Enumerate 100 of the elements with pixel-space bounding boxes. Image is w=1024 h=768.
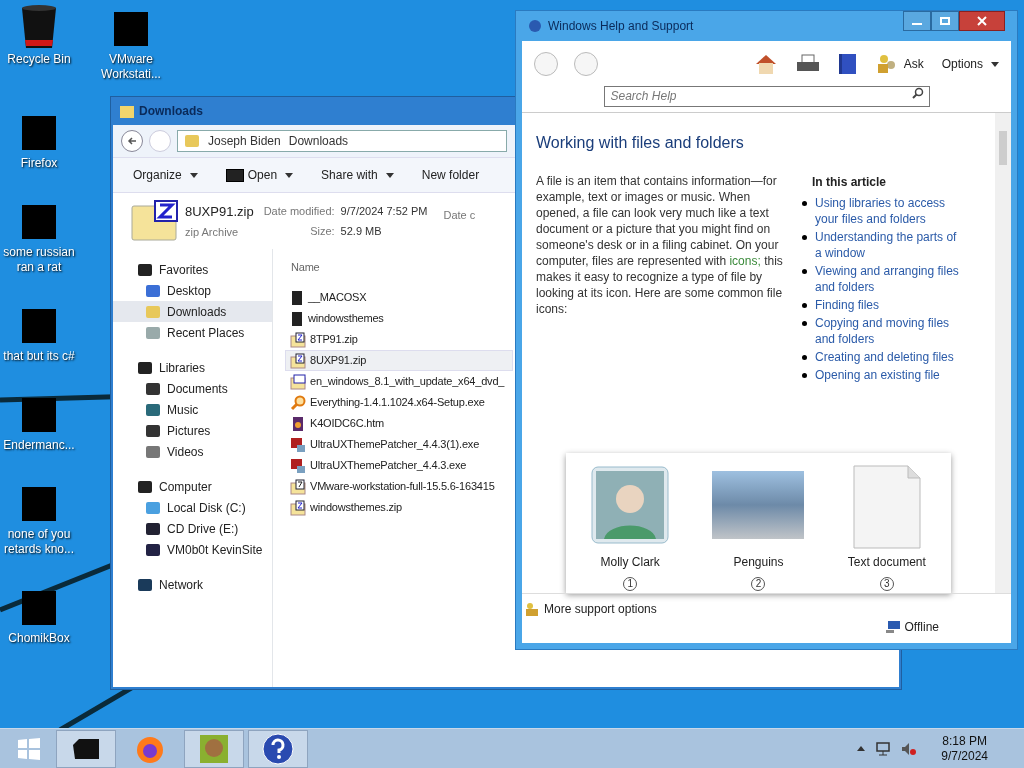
file-row[interactable]: en_windows_8.1_with_update_x64_dvd_ — [285, 371, 513, 392]
bullet-icon — [802, 303, 807, 308]
windows-logo-icon — [17, 736, 41, 761]
location-icon — [184, 134, 200, 148]
caret-up-icon[interactable] — [857, 746, 866, 751]
file-row[interactable]: __MACOSX — [285, 287, 513, 308]
nav-item[interactable]: Downloads — [113, 301, 272, 322]
file-row[interactable]: UltraUXThemePatcher_4.4.3(1).exe — [285, 434, 513, 455]
network-icon[interactable] — [875, 741, 892, 756]
nav-item[interactable]: Music — [113, 399, 272, 420]
options-button[interactable]: Options — [941, 55, 999, 73]
nav-group[interactable]: Favorites — [159, 260, 209, 279]
zip-file-icon — [290, 352, 306, 369]
file-row[interactable]: windowsthemes — [285, 308, 513, 329]
article-link[interactable]: Finding files — [815, 297, 965, 313]
taskbar-button[interactable] — [248, 729, 308, 768]
bullet-icon — [802, 321, 807, 326]
printer-icon[interactable] — [795, 54, 820, 74]
archive-file-icon — [290, 478, 306, 495]
breadcrumb-item[interactable]: Downloads — [288, 132, 349, 150]
muted-speaker-icon[interactable] — [901, 741, 918, 756]
file-row[interactable]: 8TP91.zip — [285, 329, 513, 350]
breadcrumb-item[interactable]: Joseph Biden — [208, 132, 281, 150]
search-field[interactable]: Search Help — [603, 85, 930, 107]
article-link[interactable]: Viewing and arranging files and folders — [815, 263, 965, 295]
close-icon — [977, 16, 987, 26]
nav-item[interactable]: Pictures — [113, 420, 272, 441]
location-icon — [137, 262, 153, 277]
location-icon — [145, 423, 161, 438]
help-icon — [262, 732, 294, 765]
nav-group[interactable]: Network — [159, 575, 203, 594]
clock[interactable]: 8:18 PM 9/7/2024 — [941, 733, 988, 764]
nav-item[interactable]: Local Disk (C:) — [113, 497, 272, 518]
date-value: 9/7/2024 7:52 PM — [340, 204, 428, 219]
article-link[interactable]: Understanding the parts of a window — [815, 229, 965, 261]
file-row[interactable]: K4OIDC6C.htm — [285, 413, 513, 434]
file-row[interactable]: 8UXP91.zip — [285, 350, 513, 371]
address-bar[interactable]: Joseph Biden Downloads — [177, 130, 507, 152]
bullet-icon — [802, 201, 807, 206]
contact-silhouette-icon — [590, 465, 671, 545]
search-icon[interactable] — [911, 87, 924, 99]
file-row[interactable]: Everything-1.4.1.1024.x64-Setup.exe — [285, 392, 513, 413]
bullet-icon — [802, 269, 807, 274]
zip-folder-icon — [131, 200, 179, 242]
back-button[interactable] — [121, 130, 143, 152]
figure-caption: Text document — [847, 554, 926, 571]
minimize-button[interactable] — [903, 11, 931, 31]
file-type: zip Archive — [185, 225, 240, 240]
folder-icon — [119, 103, 135, 119]
location-icon — [137, 360, 153, 375]
location-icon — [145, 402, 161, 417]
location-icon — [137, 479, 153, 494]
toolbar-button[interactable]: Organize — [133, 166, 198, 184]
article-link[interactable]: Using libraries to access your files and folders — [815, 195, 965, 227]
web-file-icon — [290, 415, 306, 432]
nav-item[interactable]: Videos — [113, 441, 272, 462]
nav-item[interactable]: CD Drive (E:) — [113, 518, 272, 539]
program-icon — [290, 457, 306, 474]
file-row[interactable]: VMware-workstation-full-15.5.6-163415 — [285, 476, 513, 497]
toc-heading: In this article — [812, 174, 888, 191]
hamster-app-icon — [199, 733, 229, 764]
field-label: Date c — [443, 208, 476, 223]
people-icon — [524, 601, 540, 617]
window-title: Downloads — [139, 103, 203, 120]
article-link[interactable]: Opening an existing file — [815, 367, 965, 383]
field-label: Date modified: — [263, 204, 335, 219]
book-icon[interactable] — [837, 53, 858, 75]
taskbar-button[interactable] — [56, 729, 116, 768]
size-value: 52.9 MB — [340, 223, 383, 239]
caret-icon — [189, 172, 198, 178]
file-row[interactable]: UltraUXThemePatcher_4.4.3.exe — [285, 455, 513, 476]
magnifier-icon — [290, 394, 306, 411]
desktop-icon-label[interactable]: Recycle Bin — [7, 52, 71, 67]
toolbar-button[interactable]: Open — [225, 166, 294, 184]
nav-item[interactable]: Documents — [113, 378, 272, 399]
close-button[interactable] — [959, 11, 1005, 31]
status-text[interactable]: Offline — [904, 618, 939, 636]
zip-file-icon — [290, 499, 306, 516]
nav-group[interactable]: Libraries — [159, 358, 206, 377]
folder-icon — [71, 736, 101, 761]
toolbar-button[interactable]: Share with — [321, 166, 394, 184]
article-link[interactable]: Creating and deleting files — [815, 349, 965, 365]
nav-item[interactable]: Recent Places — [113, 322, 272, 343]
disc-image-icon — [290, 373, 306, 390]
nav-group[interactable]: Computer — [159, 477, 212, 496]
maximize-button[interactable] — [931, 11, 959, 31]
scrollbar[interactable] — [995, 113, 1011, 593]
file-row[interactable]: windowsthemes.zip — [285, 497, 513, 518]
nav-item[interactable]: Desktop — [113, 280, 272, 301]
icons-link[interactable]: icons; — [729, 254, 761, 268]
column-header[interactable]: Name — [285, 259, 320, 279]
program-icon — [290, 436, 306, 453]
more-support-link[interactable]: More support options — [544, 600, 657, 618]
caret-icon — [991, 61, 999, 67]
location-icon — [145, 542, 161, 557]
network-icon — [884, 620, 901, 634]
article-link[interactable]: Copying and moving files and folders — [815, 315, 965, 347]
toolbar-button[interactable]: New folder — [421, 166, 480, 184]
nav-item[interactable]: VM0b0t KevinSite — [113, 539, 272, 560]
ask-button[interactable]: Ask — [903, 55, 924, 73]
